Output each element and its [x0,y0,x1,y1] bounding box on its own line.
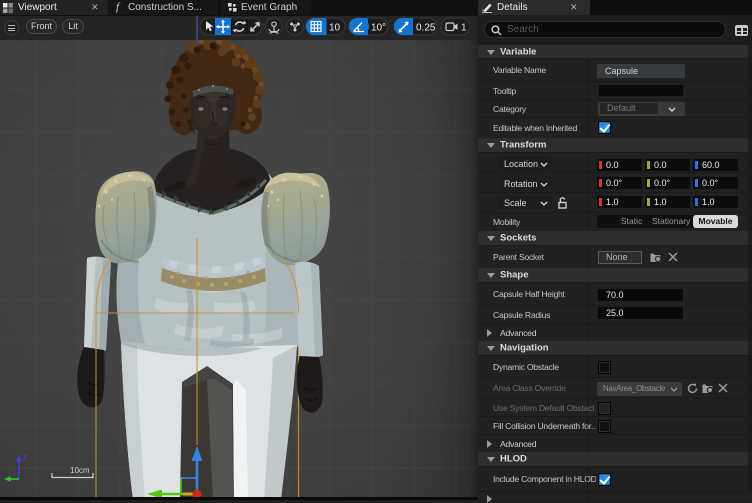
svg-text:10: 10 [329,23,341,34]
svg-text:1: 1 [461,23,467,34]
svg-text:10cm: 10cm [70,466,90,475]
svg-text:10°: 10° [371,23,386,34]
svg-text:0.25: 0.25 [416,23,436,34]
svg-text:z: z [23,454,27,461]
